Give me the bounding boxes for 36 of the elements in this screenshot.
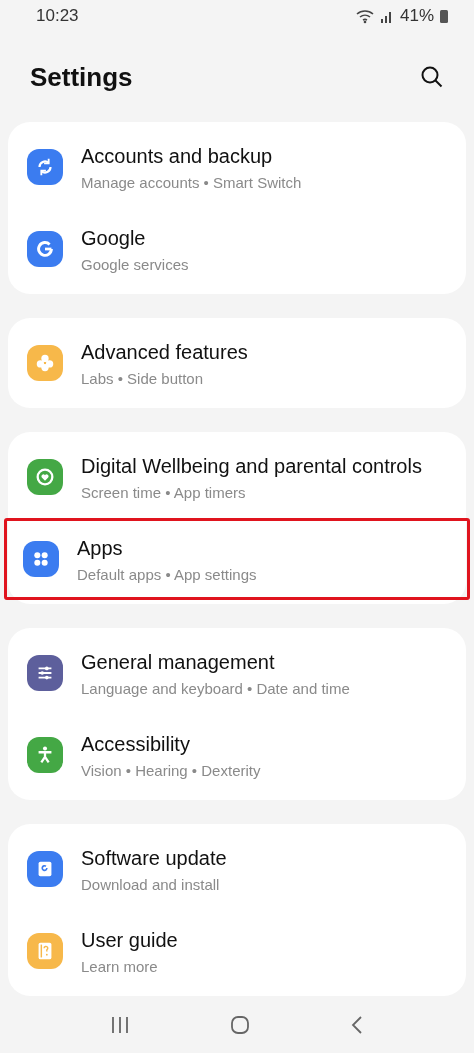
battery-percentage: 41% (399, 6, 434, 26)
item-subtitle: Labs • Side button (81, 370, 204, 388)
battery-icon (440, 9, 448, 23)
page-title: Settings (30, 61, 133, 93)
item-title: Google (81, 226, 147, 252)
item-subtitle: Vision • Hearing • Dexterity (81, 762, 261, 780)
settings-item[interactable]: User guide Learn more (8, 910, 466, 993)
item-subtitle: Manage accounts • Smart Switch (81, 174, 302, 192)
settings-item[interactable]: Digital Wellbeing and parental controls Screen time • App timers (8, 436, 466, 519)
item-subtitle: Google services (81, 256, 189, 274)
settings-item[interactable]: Advanced features Labs • Side button (8, 322, 466, 405)
item-title: User guide (81, 928, 178, 954)
settings-item[interactable]: Software update Download and install (8, 828, 466, 911)
wifi-icon (355, 8, 374, 24)
item-subtitle: Screen time • App timers (81, 484, 247, 502)
settings-item[interactable]: Accessibility Vision • Hearing • Dexterity (8, 714, 466, 797)
item-title: Accounts and backup (81, 144, 274, 170)
back-icon[interactable] (350, 1014, 364, 1035)
settings-item[interactable]: Apps Default apps • App settings (4, 518, 470, 601)
item-title: General management (81, 650, 276, 676)
settings-item[interactable]: Accounts and backup Manage accounts • Smart Switch (8, 126, 466, 209)
home-icon[interactable] (230, 1014, 250, 1035)
item-subtitle: Learn more (81, 958, 159, 976)
item-title: Software update (81, 846, 227, 872)
recent-apps-icon[interactable] (110, 1014, 130, 1035)
item-title: Accessibility (81, 732, 191, 758)
item-subtitle: Language and keyboard • Date and time (81, 680, 350, 698)
item-title: Digital Wellbeing and parental controls (81, 454, 422, 480)
settings-item[interactable]: General management Language and keyboard • Date and time (8, 632, 466, 715)
item-title: Advanced features (81, 340, 248, 366)
clock-time: 10:23 (36, 6, 79, 26)
item-subtitle: Download and install (81, 876, 221, 894)
signal-icon (379, 9, 394, 23)
item-title: Apps (77, 536, 124, 562)
settings-item[interactable]: Google Google services (8, 208, 466, 291)
item-subtitle: Default apps • App settings (77, 566, 257, 584)
